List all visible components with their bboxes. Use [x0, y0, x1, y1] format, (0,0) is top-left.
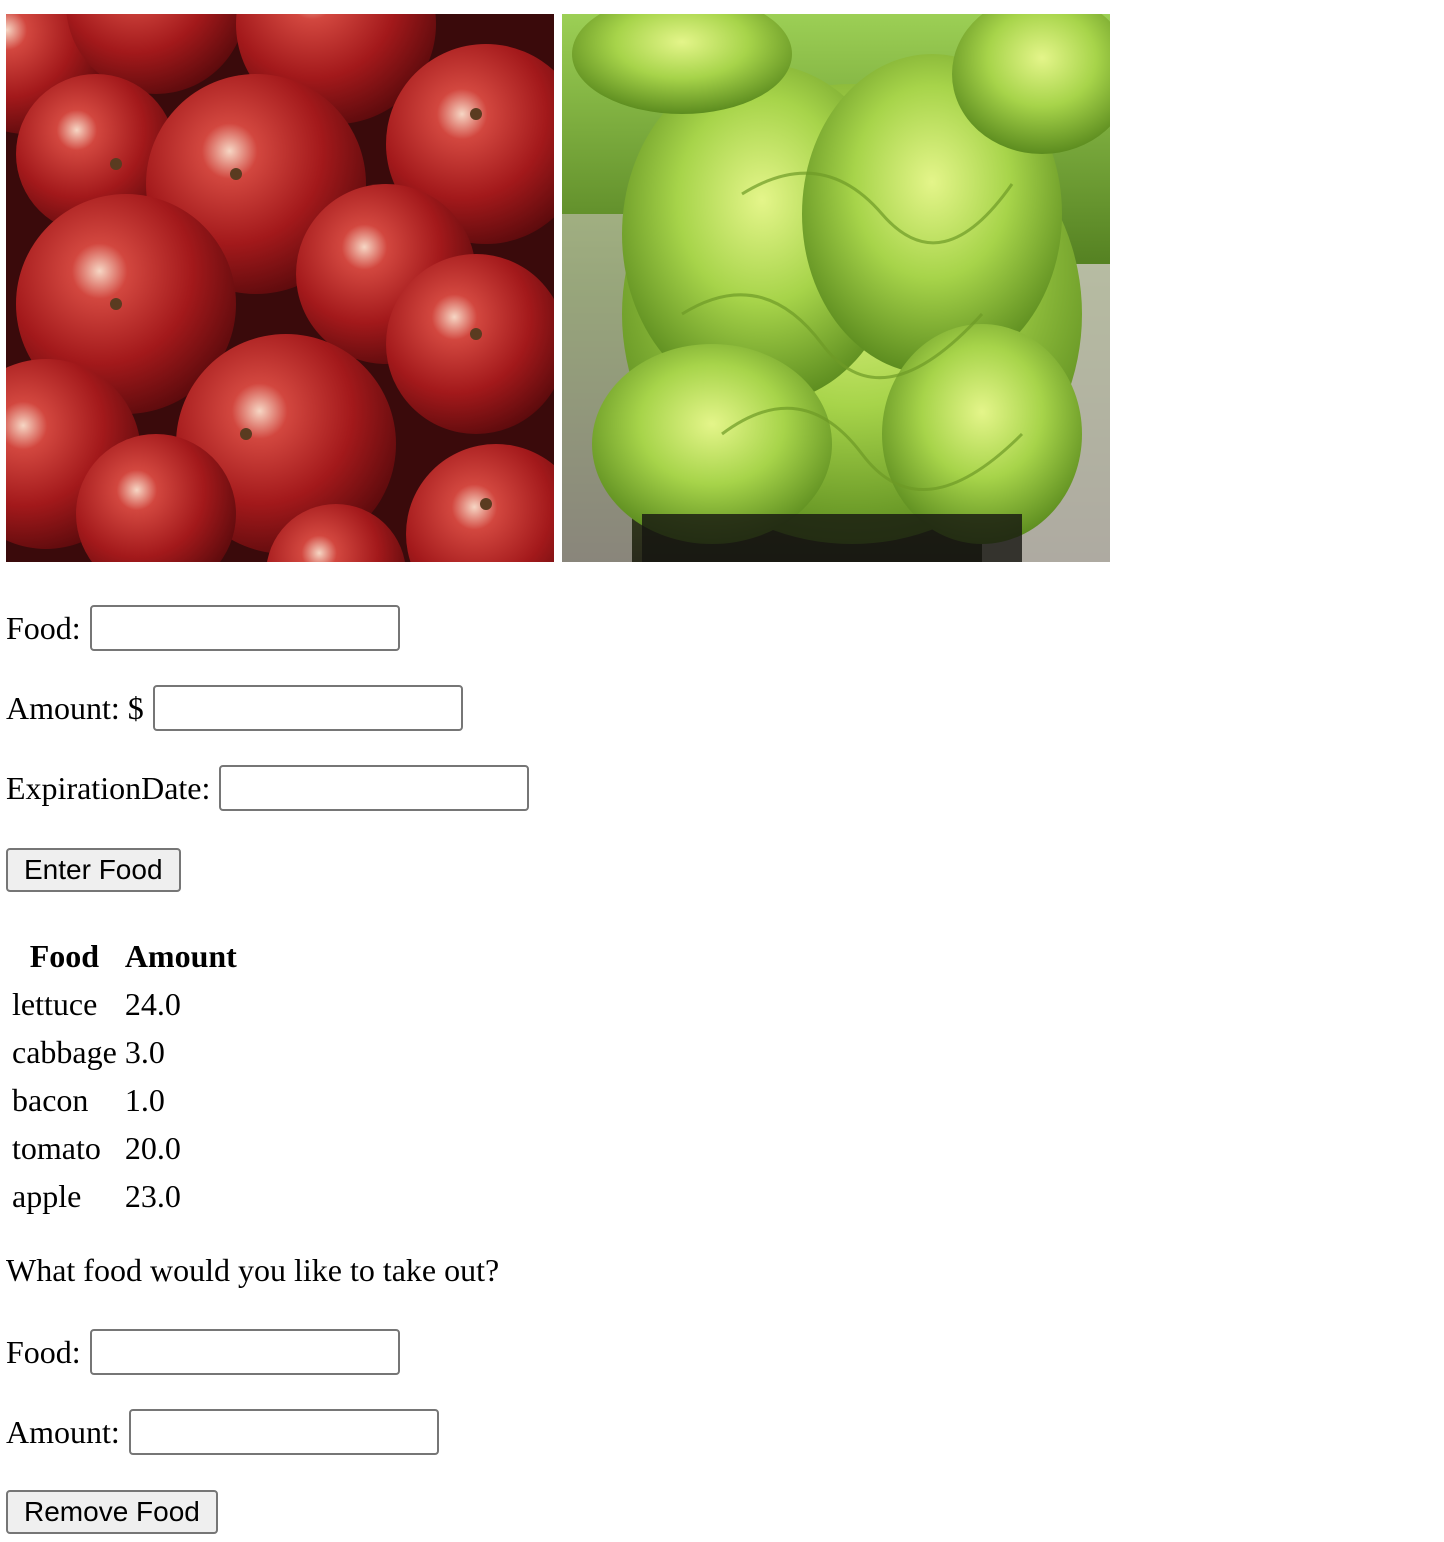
cell-amount: 20.0: [124, 1129, 181, 1166]
food-label: Food:: [6, 609, 81, 646]
expiration-row: ExpirationDate:: [6, 765, 530, 811]
cell-food: cabbage: [12, 1033, 117, 1070]
amount-input[interactable]: [152, 685, 463, 731]
remove-food-button[interactable]: Remove Food: [6, 1490, 218, 1534]
expiration-label: ExpirationDate:: [6, 769, 211, 806]
lettuce-photo-icon: [562, 14, 1110, 562]
food-input[interactable]: [89, 605, 400, 651]
remove-food-input[interactable]: [89, 1329, 400, 1375]
food-row: Food:: [6, 605, 400, 651]
cell-amount: 3.0: [124, 1033, 165, 1070]
cell-food: apple: [12, 1177, 82, 1214]
remove-amount-row: Amount:: [6, 1409, 439, 1455]
remove-food-row: Food:: [6, 1329, 400, 1375]
remove-amount-input[interactable]: [128, 1409, 439, 1455]
cell-amount: 1.0: [124, 1081, 165, 1118]
image-strip: [6, 14, 1112, 562]
remove-question: What food would you like to take out?: [6, 1252, 500, 1288]
table-row: lettuce 24.0: [10, 982, 239, 1026]
enter-food-button[interactable]: Enter Food: [6, 848, 181, 892]
remove-amount-label: Amount:: [6, 1413, 120, 1450]
remove-food-label: Food:: [6, 1333, 81, 1370]
cell-food: tomato: [12, 1129, 101, 1166]
table-row: tomato 20.0: [10, 1126, 239, 1170]
amount-row: Amount: $: [6, 685, 463, 731]
expiration-input[interactable]: [219, 765, 530, 811]
table-row: cabbage 3.0: [10, 1030, 239, 1074]
amount-label: Amount: $: [6, 689, 144, 726]
cell-amount: 23.0: [124, 1177, 181, 1214]
table-header-row: Food Amount: [10, 934, 239, 978]
apples-photo-icon: [6, 14, 554, 562]
cell-amount: 24.0: [124, 985, 181, 1022]
apples-image: [6, 14, 554, 562]
table-row: bacon 1.0: [10, 1078, 239, 1122]
cell-food: bacon: [12, 1081, 89, 1118]
food-table: Food Amount lettuce 24.0 cabbage 3.0 bac…: [6, 930, 243, 1222]
column-header-food: Food: [29, 937, 100, 974]
table-row: apple 23.0: [10, 1174, 239, 1218]
lettuce-image: [562, 14, 1110, 562]
cell-food: lettuce: [12, 985, 98, 1022]
column-header-amount: Amount: [124, 937, 237, 974]
